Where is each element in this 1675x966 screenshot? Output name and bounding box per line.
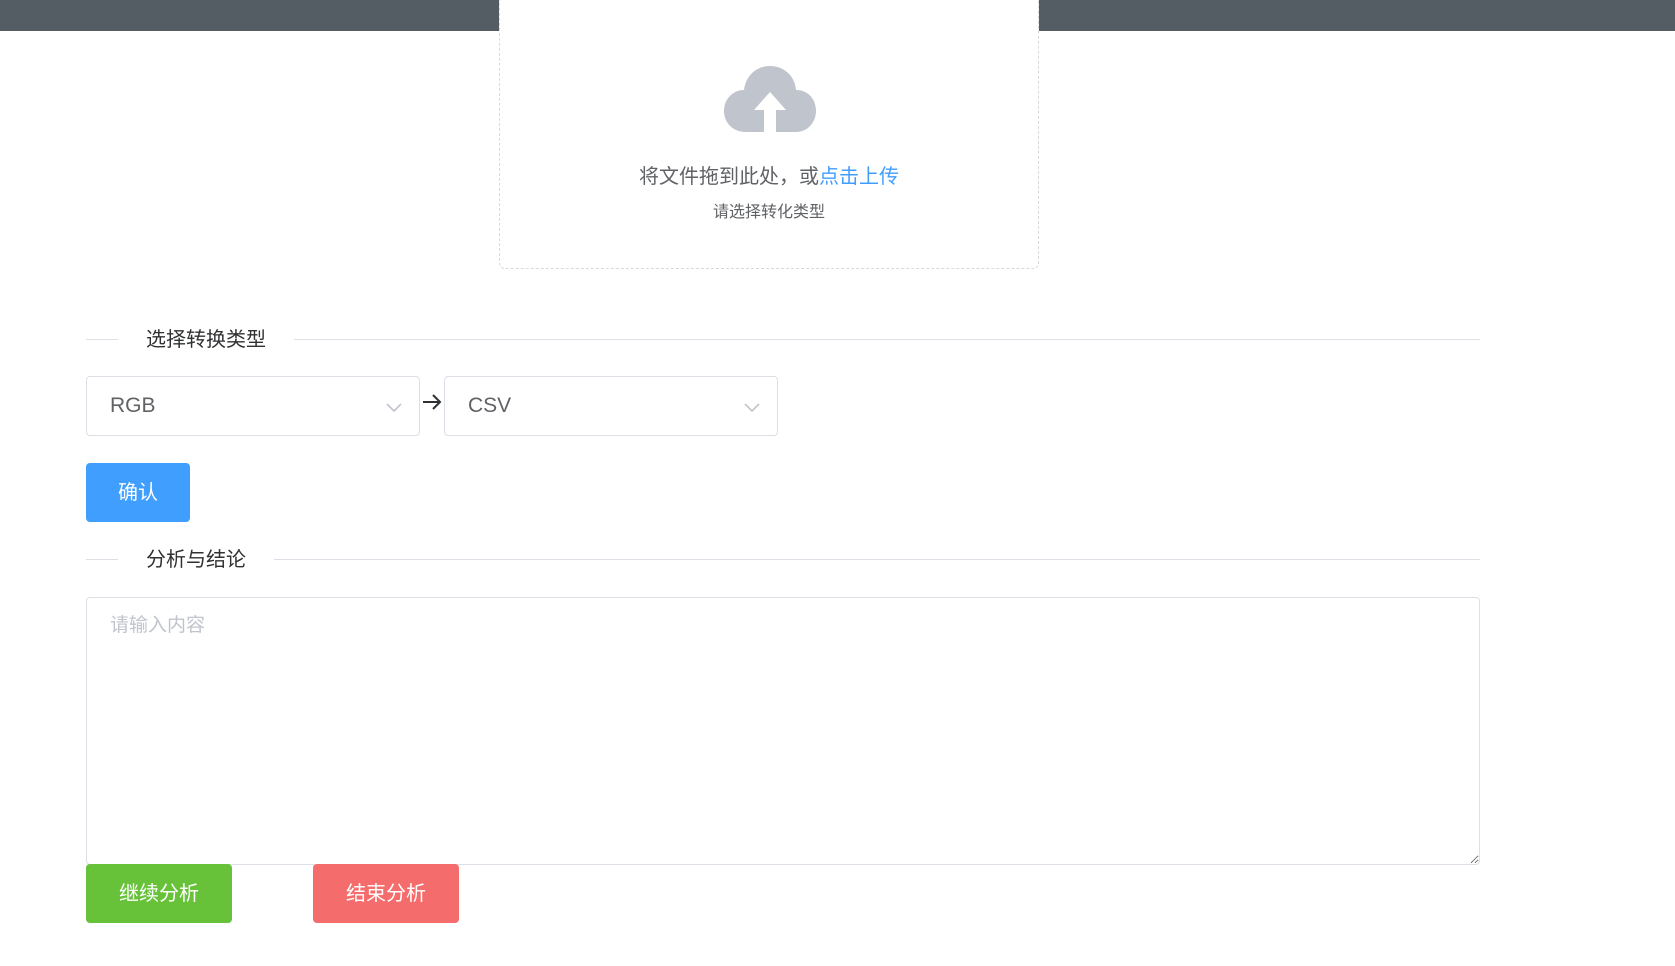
- convert-section-divider: 选择转换类型: [86, 327, 1480, 351]
- chevron-down-icon: [386, 403, 402, 413]
- analysis-section-divider: 分析与结论: [86, 547, 1480, 571]
- target-format-select[interactable]: CSV: [444, 376, 778, 436]
- cloud-upload-icon: [724, 66, 816, 132]
- confirm-button[interactable]: 确认: [86, 463, 190, 522]
- target-format-value: CSV: [468, 394, 512, 417]
- upload-click-link[interactable]: 点击上传: [819, 164, 899, 188]
- upload-tip: 请选择转化类型: [712, 202, 825, 221]
- source-format-select[interactable]: RGB: [86, 376, 420, 436]
- analysis-textarea[interactable]: [86, 597, 1480, 865]
- arrow-right-icon: [423, 394, 442, 410]
- end-analysis-button[interactable]: 结束分析: [313, 864, 459, 923]
- upload-instruction: 将文件拖到此处，或点击上传: [500, 160, 1038, 189]
- continue-analysis-button[interactable]: 继续分析: [86, 864, 232, 923]
- source-format-value: RGB: [110, 394, 156, 417]
- chevron-down-icon: [744, 403, 760, 413]
- convert-section-title: 选择转换类型: [118, 327, 294, 351]
- analysis-section-title: 分析与结论: [118, 547, 274, 571]
- upload-drag-text: 将文件拖到此处，或: [639, 164, 819, 188]
- upload-dropzone[interactable]: 将文件拖到此处，或点击上传 请选择转化类型: [499, 0, 1039, 269]
